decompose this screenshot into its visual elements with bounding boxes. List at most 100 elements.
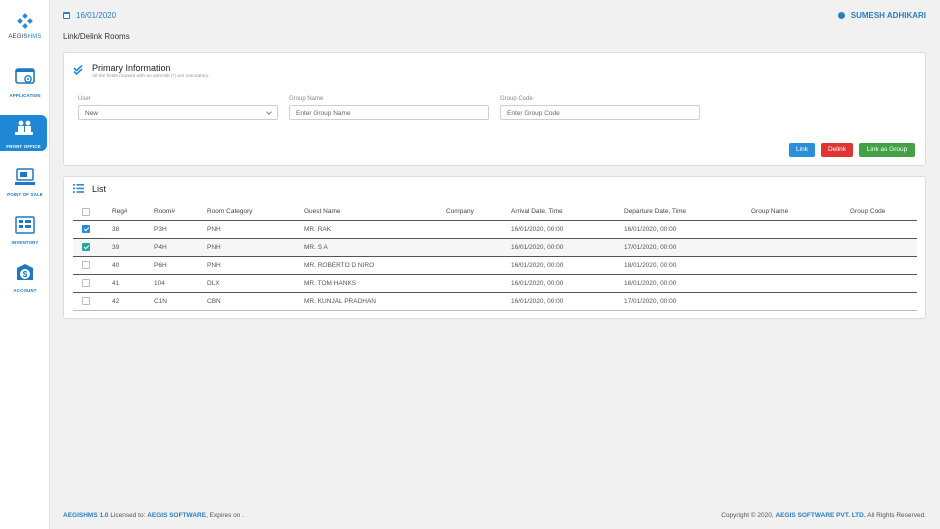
- table-header: Reg# Room# Room Category Guest Name Comp…: [73, 204, 917, 220]
- guest-cell: MR. ROBERTO D NIRO: [304, 261, 375, 269]
- group-code-placeholder: Enter Group Code: [507, 110, 560, 117]
- double-check-icon: [73, 65, 83, 75]
- sidebar-item-inventory[interactable]: INVENTORY: [0, 215, 50, 245]
- point-of-sale-icon: [15, 168, 35, 185]
- licensed-text: Licensed to:: [108, 512, 148, 519]
- column-header: Group Name: [751, 208, 789, 216]
- panel-title: Primary Information: [92, 63, 171, 73]
- table-row[interactable]: 42 C1N CBN MR. KUNJAL PRADHAN 16/01/2020…: [73, 292, 917, 310]
- row-checkbox[interactable]: [82, 225, 90, 233]
- group-code-cell: [850, 256, 917, 274]
- copyright-text: Copyright © 2020,: [721, 512, 776, 519]
- company-cell: [446, 274, 511, 292]
- category-cell: PNH: [207, 243, 221, 251]
- guest-cell: MR. KUNJAL PRADHAN: [304, 297, 376, 305]
- column-header: Room#: [154, 208, 175, 216]
- user-name: SUMESH ADHIKARI: [850, 11, 926, 20]
- category-cell: PNH: [207, 225, 221, 233]
- group-code-cell: [850, 220, 917, 238]
- group-name-cell: [751, 292, 850, 310]
- table-row[interactable]: 39 P4H PNH MR. S A 16/01/2020, 00:00 17/…: [73, 238, 917, 256]
- departure-cell: 16/01/2020, 00:00: [624, 225, 677, 233]
- calendar-icon: [63, 12, 70, 19]
- expires-text: , Expires on .: [206, 512, 244, 519]
- sidebar-item-label: INVENTORY: [11, 240, 39, 245]
- column-header: Guest Name: [304, 208, 341, 216]
- user-select[interactable]: New: [78, 105, 278, 120]
- group-name-cell: [751, 220, 850, 238]
- group-code-cell: [850, 274, 917, 292]
- arrival-cell: 16/01/2020, 00:00: [511, 297, 564, 305]
- group-code-cell: [850, 292, 917, 310]
- group-name-input[interactable]: Enter Group Name: [289, 105, 489, 120]
- current-date: 16/01/2020: [76, 11, 117, 20]
- mandatory-note: All the fields marked with an asterisk (…: [92, 74, 210, 79]
- category-cell: CBN: [207, 297, 221, 305]
- sidebar-item-point-of-sale[interactable]: POINT OF SALE: [0, 167, 50, 197]
- app-logo[interactable]: AEGISHMS: [0, 13, 50, 40]
- row-checkbox[interactable]: [82, 243, 90, 251]
- category-cell: PNH: [207, 261, 221, 269]
- sidebar-item-front-office[interactable]: FRONT OFFICE: [0, 115, 47, 151]
- departure-cell: 17/01/2020, 00:00: [624, 243, 677, 251]
- link-button[interactable]: Link: [789, 143, 815, 157]
- table-row[interactable]: 40 P6H PNH MR. ROBERTO D NIRO 16/01/2020…: [73, 256, 917, 274]
- row-checkbox[interactable]: [82, 279, 90, 287]
- table-row[interactable]: 41 104 DLX MR. TOM HANKS 16/01/2020, 00:…: [73, 274, 917, 292]
- arrival-cell: 16/01/2020, 00:00: [511, 279, 564, 287]
- column-header: Group Code: [850, 208, 886, 216]
- rooms-table: Reg# Room# Room Category Guest Name Comp…: [73, 204, 917, 311]
- product-version: AEGISHMS 1.0: [63, 512, 109, 519]
- reg-cell: 38: [112, 225, 120, 233]
- group-code-input[interactable]: Enter Group Code: [500, 105, 700, 120]
- room-cell: C1N: [154, 297, 168, 305]
- account-icon: $: [17, 264, 33, 280]
- logo-text: AEGISHMS: [8, 34, 42, 40]
- user-label: User: [78, 96, 91, 102]
- column-header: Arrival Date, Time: [511, 208, 563, 216]
- chevron-down-icon: [266, 109, 272, 115]
- arrival-cell: 16/01/2020, 00:00: [511, 261, 564, 269]
- sidebar-item-account[interactable]: $ ACCOUNT: [0, 263, 50, 293]
- row-checkbox[interactable]: [82, 261, 90, 269]
- footer-license: AEGISHMS 1.0 Licensed to: AEGIS SOFTWARE…: [63, 512, 244, 519]
- list-title: List: [92, 184, 107, 194]
- guest-cell: MR. S A: [304, 243, 328, 251]
- select-all-checkbox[interactable]: [82, 207, 90, 216]
- sidebar-item-label: ACCOUNT: [13, 288, 37, 293]
- arrival-cell: 16/01/2020, 00:00: [511, 243, 564, 251]
- header-date: 16/01/2020: [63, 11, 116, 20]
- reg-cell: 40: [112, 261, 120, 269]
- sidebar-item-application[interactable]: APPLICATION: [0, 68, 50, 98]
- list-icon: [73, 184, 84, 193]
- group-name-cell: [751, 274, 850, 292]
- group-code-cell: [850, 238, 917, 256]
- link-as-group-button[interactable]: Link as Group: [859, 143, 915, 157]
- group-name-label: Group Name: [289, 96, 324, 102]
- company-link[interactable]: AEGIS SOFTWARE PVT. LTD.: [775, 512, 865, 519]
- group-code-label: Group Code: [500, 96, 533, 102]
- table-row[interactable]: 38 P3H PNH MR. RAK 16/01/2020, 00:00 16/…: [73, 220, 917, 238]
- footer-copyright: Copyright © 2020, AEGIS SOFTWARE PVT. LT…: [721, 512, 926, 519]
- rights-text: All Rights Reserved.: [865, 512, 926, 519]
- application-icon: [15, 68, 35, 84]
- list-panel: List Reg# Room# Room Category Guest Name…: [63, 176, 926, 319]
- inventory-icon: [15, 216, 35, 234]
- user-menu[interactable]: SUMESH ADHIKARI: [837, 11, 926, 20]
- sidebar-item-label: FRONT OFFICE: [6, 144, 41, 149]
- company-cell: [446, 256, 511, 274]
- departure-cell: 18/01/2020, 00:00: [624, 261, 677, 269]
- delink-button[interactable]: Delink: [821, 143, 853, 157]
- departure-cell: 17/01/2020, 00:00: [624, 297, 677, 305]
- row-checkbox[interactable]: [82, 297, 90, 305]
- sidebar: AEGISHMS APPLICATION FRONT OFFICE POINT …: [0, 0, 50, 529]
- column-header: Departure Date, Time: [624, 208, 687, 216]
- guest-cell: MR. TOM HANKS: [304, 279, 357, 287]
- room-cell: P3H: [154, 225, 167, 233]
- reg-cell: 39: [112, 243, 120, 251]
- licensee-link[interactable]: AEGIS SOFTWARE: [147, 512, 206, 519]
- room-cell: P6H: [154, 261, 167, 269]
- column-header: Room Category: [207, 208, 253, 216]
- company-cell: [446, 220, 511, 238]
- departure-cell: 18/01/2020, 00:00: [624, 279, 677, 287]
